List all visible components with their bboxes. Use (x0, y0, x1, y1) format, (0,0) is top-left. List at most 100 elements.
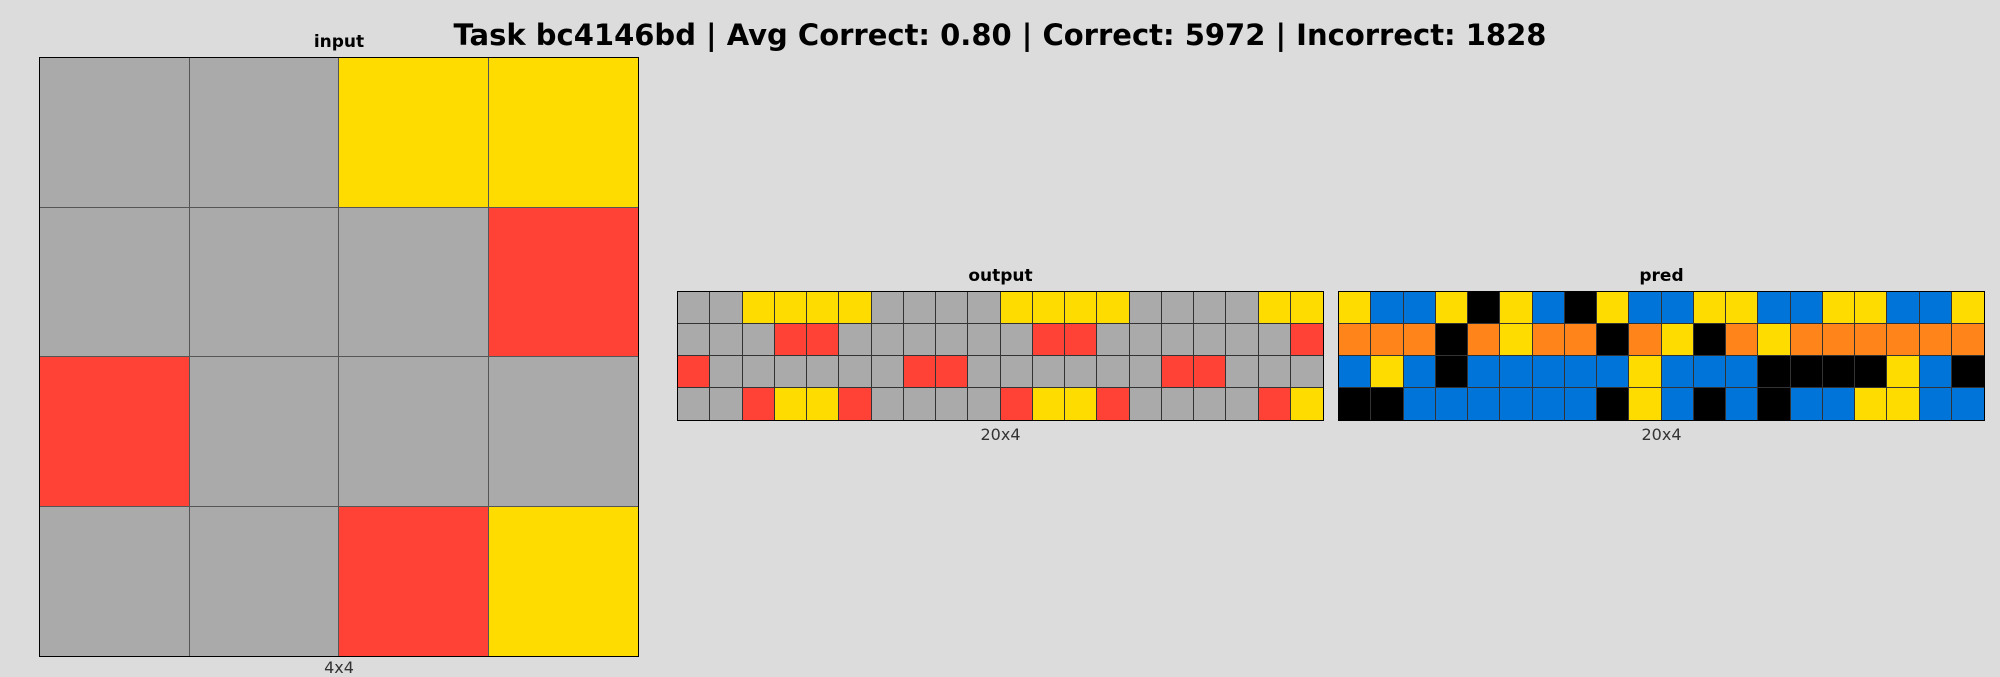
output-cell (742, 324, 775, 356)
output-cell (678, 388, 711, 420)
input-panel-title: input (313, 32, 365, 52)
output-cell (678, 356, 711, 388)
pred-cell (1887, 388, 1920, 420)
input-cell (189, 357, 339, 507)
pred-cell (1855, 356, 1888, 388)
pred-cell (1564, 356, 1597, 388)
input-cell (339, 357, 489, 507)
output-cell (774, 388, 807, 420)
input-grid-dims: 4x4 (324, 658, 354, 677)
output-grid-dims: 20x4 (980, 425, 1021, 444)
output-cell (1000, 356, 1033, 388)
output-cell (903, 388, 936, 420)
output-cell (1161, 388, 1194, 420)
output-cell (1226, 388, 1259, 420)
pred-cell (1822, 356, 1855, 388)
output-cell (1226, 292, 1259, 324)
pred-cell (1597, 356, 1630, 388)
output-cell (1129, 292, 1162, 324)
pred-cell (1468, 388, 1501, 420)
output-cell (1129, 324, 1162, 356)
pred-cell (1500, 324, 1533, 356)
output-cell (1097, 324, 1130, 356)
input-cell (189, 506, 339, 656)
output-grid (677, 291, 1324, 421)
output-cell (871, 324, 904, 356)
output-cell (1032, 356, 1065, 388)
input-cell (339, 207, 489, 357)
output-cell (742, 292, 775, 324)
output-cell (1000, 292, 1033, 324)
output-cell (1161, 324, 1194, 356)
pred-panel-title: pred (1639, 266, 1684, 286)
pred-cell (1951, 356, 1984, 388)
output-cell (839, 388, 872, 420)
output-cell (936, 292, 969, 324)
pred-cell (1532, 388, 1565, 420)
pred-cell (1758, 356, 1791, 388)
pred-cell (1726, 324, 1759, 356)
input-cell (339, 506, 489, 656)
pred-cell (1597, 324, 1630, 356)
pred-cell (1758, 388, 1791, 420)
pred-cell (1726, 292, 1759, 324)
input-grid (39, 57, 639, 657)
output-cell (1097, 292, 1130, 324)
input-cell (40, 58, 190, 208)
pred-cell (1855, 324, 1888, 356)
pred-cell (1822, 388, 1855, 420)
output-cell (968, 292, 1001, 324)
pred-cell (1693, 388, 1726, 420)
output-cell (871, 356, 904, 388)
pred-cell (1532, 356, 1565, 388)
input-cell (488, 357, 638, 507)
pred-cell (1661, 292, 1694, 324)
output-cell (871, 292, 904, 324)
pred-cell (1693, 292, 1726, 324)
pred-cell (1693, 324, 1726, 356)
input-cell (189, 58, 339, 208)
output-cell (1000, 324, 1033, 356)
output-panel-title: output (968, 266, 1033, 286)
pred-panel: pred 20x4 (1338, 0, 1985, 671)
output-cell (1065, 324, 1098, 356)
pred-cell (1435, 388, 1468, 420)
pred-cell (1403, 388, 1436, 420)
output-cell (1065, 356, 1098, 388)
pred-cell (1403, 292, 1436, 324)
pred-cell (1500, 356, 1533, 388)
pred-cell (1339, 324, 1372, 356)
pred-cell (1339, 292, 1372, 324)
output-cell (1194, 324, 1227, 356)
pred-cell (1790, 292, 1823, 324)
pred-cell (1790, 388, 1823, 420)
input-cell (488, 506, 638, 656)
output-cell (807, 388, 840, 420)
output-cell (903, 356, 936, 388)
pred-cell (1726, 356, 1759, 388)
output-cell (903, 324, 936, 356)
pred-cell (1951, 292, 1984, 324)
pred-cell (1629, 388, 1662, 420)
pred-cell (1597, 292, 1630, 324)
output-cell (1032, 324, 1065, 356)
output-cell (1258, 324, 1291, 356)
pred-cell (1468, 356, 1501, 388)
pred-cell (1919, 388, 1952, 420)
pred-cell (1468, 324, 1501, 356)
output-cell (1290, 292, 1323, 324)
output-cell (903, 292, 936, 324)
output-cell (1258, 292, 1291, 324)
output-cell (1000, 388, 1033, 420)
output-cell (1161, 356, 1194, 388)
output-cell (774, 292, 807, 324)
pred-cell (1855, 292, 1888, 324)
pred-grid (1338, 291, 1985, 421)
output-cell (1290, 356, 1323, 388)
pred-cell (1564, 324, 1597, 356)
output-cell (1194, 292, 1227, 324)
input-cell (40, 506, 190, 656)
output-cell (1226, 324, 1259, 356)
pred-cell (1468, 292, 1501, 324)
output-cell (871, 388, 904, 420)
